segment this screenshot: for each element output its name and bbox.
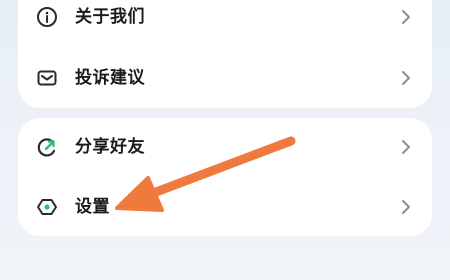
chevron-right-icon	[396, 7, 416, 27]
menu-item-label: 关于我们	[75, 7, 145, 27]
menu-item-settings[interactable]: 设置	[18, 178, 432, 236]
menu-item-label: 投诉建议	[75, 68, 145, 88]
menu-item-share-friends[interactable]: 分享好友	[18, 118, 432, 176]
menu-group-1: 关于我们 投诉建议	[18, 0, 432, 108]
menu-item-label: 设置	[75, 197, 110, 217]
menu-item-label: 分享好友	[75, 137, 145, 157]
info-circle-icon	[34, 4, 60, 30]
chevron-right-icon	[396, 137, 416, 157]
share-refresh-icon	[34, 134, 60, 160]
gear-icon	[34, 194, 60, 220]
chevron-right-icon	[396, 197, 416, 217]
mail-icon	[34, 65, 60, 91]
menu-item-feedback[interactable]: 投诉建议	[18, 49, 432, 107]
menu-item-about-us[interactable]: 关于我们	[18, 0, 432, 46]
chevron-right-icon	[396, 68, 416, 88]
menu-group-2: 分享好友 设置	[18, 118, 432, 236]
